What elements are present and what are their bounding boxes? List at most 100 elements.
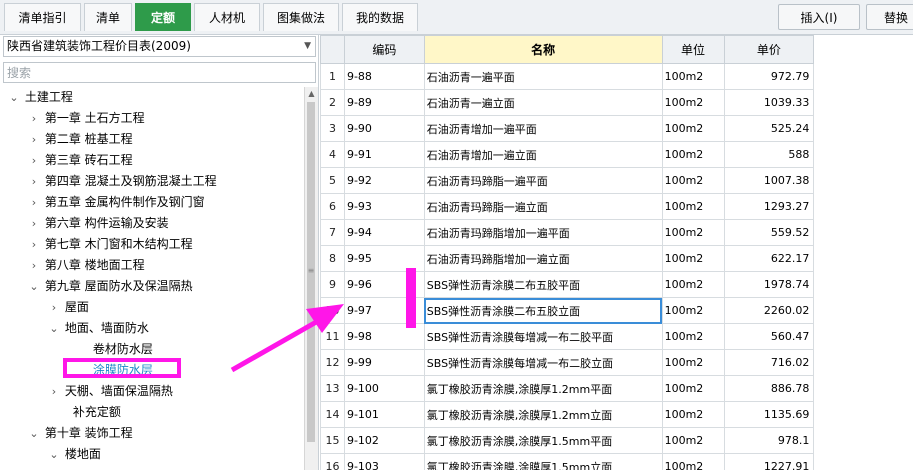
cell-price[interactable]: 978.1	[723, 427, 815, 454]
insert-button[interactable]: 插入(I)	[778, 4, 860, 30]
cell-name[interactable]: 石油沥青玛蹄脂一遍立面	[423, 193, 663, 220]
cell-price[interactable]: 1978.74	[723, 271, 815, 298]
cell-name-current[interactable]: SBS弹性沥青涂膜二布五胶立面	[423, 297, 663, 324]
cell-code[interactable]: 9-88	[343, 63, 425, 90]
cell-name[interactable]: 石油沥青增加一遍立面	[423, 141, 663, 168]
scroll-up-icon[interactable]: ▲	[305, 87, 318, 100]
cell-price[interactable]: 559.52	[723, 219, 815, 246]
chevron-down-icon[interactable]: ⌄	[47, 444, 61, 465]
cell-unit[interactable]: 100m2	[661, 89, 725, 116]
header-unit[interactable]: 单位	[661, 35, 725, 64]
tree-node-chapter-8[interactable]: › 第八章 楼地面工程	[27, 255, 145, 276]
cell-price[interactable]: 2260.02	[723, 297, 815, 324]
cell-price[interactable]: 1039.33	[723, 89, 815, 116]
cell-unit[interactable]: 100m2	[661, 219, 725, 246]
cell-price[interactable]: 1007.38	[723, 167, 815, 194]
tab-bill[interactable]: 清单	[84, 3, 132, 31]
tree-node-civil-works[interactable]: ⌄ 土建工程	[7, 87, 72, 108]
tree-node-floor[interactable]: ⌄ 楼地面	[47, 444, 100, 465]
cell-code[interactable]: 9-89	[343, 89, 425, 116]
cell-code[interactable]: 9-103	[343, 453, 425, 470]
cell-price[interactable]: 525.24	[723, 115, 815, 142]
cell-unit[interactable]: 100m2	[661, 401, 725, 428]
tree-node-roof[interactable]: › 屋面	[47, 297, 89, 318]
tree-node-chapter-6[interactable]: › 第六章 构件运输及安装	[27, 213, 169, 234]
chevron-right-icon[interactable]: ›	[27, 255, 41, 276]
header-name[interactable]: 名称	[423, 35, 663, 64]
cell-unit[interactable]: 100m2	[661, 245, 725, 272]
cell-unit[interactable]: 100m2	[661, 297, 725, 324]
tree-node-chapter-7[interactable]: › 第七章 木门窗和木结构工程	[27, 234, 193, 255]
cell-unit[interactable]: 100m2	[661, 141, 725, 168]
cell-unit[interactable]: 100m2	[661, 63, 725, 90]
cell-code[interactable]: 9-101	[343, 401, 425, 428]
cell-code[interactable]: 9-99	[343, 349, 425, 376]
cell-unit[interactable]: 100m2	[661, 427, 725, 454]
table-row[interactable]: 13 9-100 氯丁橡胶沥青涂膜,涂膜厚1.2mm平面 100m2 886.78	[320, 375, 913, 402]
tree-node-chapter-3[interactable]: › 第三章 砖石工程	[27, 150, 133, 171]
cell-price[interactable]: 1227.91	[723, 453, 815, 470]
tree-node-chapter-10[interactable]: ⌄ 第十章 装饰工程	[27, 423, 132, 444]
cell-name[interactable]: 石油沥青玛蹄脂一遍平面	[423, 167, 663, 194]
table-row[interactable]: 7 9-94 石油沥青玛蹄脂增加一遍平面 100m2 559.52	[320, 219, 913, 246]
cell-code[interactable]: 9-90	[343, 115, 425, 142]
cell-code[interactable]: 9-94	[343, 219, 425, 246]
tab-quota[interactable]: 定额	[135, 3, 191, 31]
search-input[interactable]	[3, 62, 316, 83]
cell-code[interactable]: 9-91	[343, 141, 425, 168]
cell-price[interactable]: 560.47	[723, 323, 815, 350]
tree-node-supplementary-quota[interactable]: 补充定额	[55, 402, 121, 423]
cell-unit[interactable]: 100m2	[661, 323, 725, 350]
chevron-right-icon[interactable]: ›	[27, 129, 41, 150]
header-code[interactable]: 编码	[343, 35, 425, 64]
cell-name[interactable]: 氯丁橡胶沥青涂膜,涂膜厚1.5mm立面	[423, 453, 663, 470]
cell-price[interactable]: 716.02	[723, 349, 815, 376]
cell-unit[interactable]: 100m2	[661, 453, 725, 470]
chevron-down-icon[interactable]: ⌄	[27, 423, 41, 444]
cell-price[interactable]: 588	[723, 141, 815, 168]
cell-name[interactable]: 石油沥青玛蹄脂增加一遍平面	[423, 219, 663, 246]
tree-node-chapter-2[interactable]: › 第二章 桩基工程	[27, 129, 133, 150]
tree-node-chapter-5[interactable]: › 第五章 金属构件制作及钢门窗	[27, 192, 205, 213]
cell-unit[interactable]: 100m2	[661, 115, 725, 142]
chevron-right-icon[interactable]: ›	[27, 213, 41, 234]
cell-unit[interactable]: 100m2	[661, 349, 725, 376]
cell-code[interactable]: 9-93	[343, 193, 425, 220]
cell-price[interactable]: 972.79	[723, 63, 815, 90]
chevron-right-icon[interactable]: ›	[27, 108, 41, 129]
tree-node-ceiling-wall-insulation[interactable]: › 天棚、墙面保温隔热	[47, 381, 173, 402]
cell-price[interactable]: 1293.27	[723, 193, 815, 220]
chevron-right-icon[interactable]: ›	[47, 297, 61, 318]
cell-name[interactable]: SBS弹性沥青涂膜每增减一布二胶立面	[423, 349, 663, 376]
tab-bill-guide[interactable]: 清单指引	[4, 3, 81, 31]
table-row[interactable]: 2 9-89 石油沥青一遍立面 100m2 1039.33	[320, 89, 913, 116]
cell-name[interactable]: SBS弹性沥青涂膜二布五胶平面	[423, 271, 663, 298]
cell-code[interactable]: 9-92	[343, 167, 425, 194]
table-row[interactable]: 6 9-93 石油沥青玛蹄脂一遍立面 100m2 1293.27	[320, 193, 913, 220]
cell-name[interactable]: 氯丁橡胶沥青涂膜,涂膜厚1.2mm平面	[423, 375, 663, 402]
tab-my-data[interactable]: 我的数据	[342, 3, 418, 31]
quota-library-select[interactable]: 陕西省建筑装饰工程价目表(2009) ▼	[3, 36, 316, 57]
cell-price[interactable]: 886.78	[723, 375, 815, 402]
cell-unit[interactable]: 100m2	[661, 271, 725, 298]
tree-node-membrane-waterproof[interactable]: 卷材防水层	[75, 339, 153, 360]
table-row[interactable]: 3 9-90 石油沥青增加一遍平面 100m2 525.24	[320, 115, 913, 142]
cell-name[interactable]: SBS弹性沥青涂膜每增减一布二胶平面	[423, 323, 663, 350]
cell-name[interactable]: 石油沥青一遍立面	[423, 89, 663, 116]
cell-price[interactable]: 1135.69	[723, 401, 815, 428]
chevron-down-icon[interactable]: ⌄	[7, 87, 21, 108]
cell-unit[interactable]: 100m2	[661, 375, 725, 402]
chevron-right-icon[interactable]: ›	[27, 150, 41, 171]
table-row[interactable]: 14 9-101 氯丁橡胶沥青涂膜,涂膜厚1.2mm立面 100m2 1135.69	[320, 401, 913, 428]
table-row[interactable]: 12 9-99 SBS弹性沥青涂膜每增减一布二胶立面 100m2 716.02	[320, 349, 913, 376]
tree-node-chapter-1[interactable]: › 第一章 土石方工程	[27, 108, 145, 129]
tab-atlas-method[interactable]: 图集做法	[263, 3, 339, 31]
chevron-right-icon[interactable]: ›	[27, 171, 41, 192]
tree-scrollbar[interactable]: ▲ ≡	[304, 87, 318, 470]
chevron-down-icon[interactable]: ⌄	[27, 276, 41, 297]
cell-code[interactable]: 9-102	[343, 427, 425, 454]
tab-labor-material-machine[interactable]: 人材机	[194, 3, 260, 31]
cell-price[interactable]: 622.17	[723, 245, 815, 272]
table-row[interactable]: 15 9-102 氯丁橡胶沥青涂膜,涂膜厚1.5mm平面 100m2 978.1	[320, 427, 913, 454]
cell-code[interactable]: 9-100	[343, 375, 425, 402]
